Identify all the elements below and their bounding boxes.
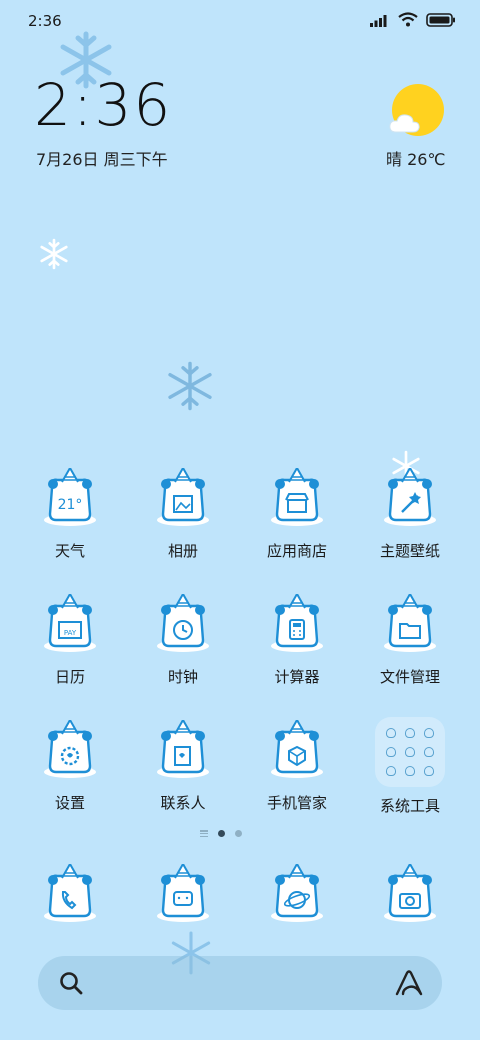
app-store-icon bbox=[271, 468, 323, 526]
gallery-app-icon bbox=[157, 468, 209, 526]
browser-app-icon bbox=[271, 864, 323, 922]
weather-widget-text[interactable]: 晴 26℃ bbox=[386, 146, 445, 170]
dock-browser-app[interactable] bbox=[241, 864, 353, 928]
app-file-manager[interactable]: 文件管理 bbox=[354, 594, 466, 687]
app-label: 主题壁纸 bbox=[379, 542, 440, 560]
app-themes-app[interactable]: 主题壁纸 bbox=[354, 468, 466, 561]
signal-icon bbox=[370, 14, 387, 27]
search-icon bbox=[60, 972, 83, 995]
file-manager-icon bbox=[384, 594, 436, 652]
snowflake-decoration-icon bbox=[40, 238, 68, 270]
themes-app-icon bbox=[384, 468, 436, 526]
wifi-icon bbox=[398, 12, 418, 27]
app-calendar-app[interactable]: PAY 日历 bbox=[14, 594, 126, 687]
app-label: 设置 bbox=[54, 794, 85, 812]
status-time: 2:36 bbox=[28, 12, 62, 30]
status-bar: 2:36 bbox=[0, 0, 480, 44]
dock-messages-app[interactable] bbox=[127, 864, 239, 928]
calculator-app-icon bbox=[271, 594, 323, 652]
settings-app-icon bbox=[44, 720, 96, 778]
search-bar[interactable] bbox=[38, 956, 442, 1010]
battery-icon bbox=[426, 12, 455, 27]
page-indicator-list-icon bbox=[200, 830, 208, 837]
app-label: 联系人 bbox=[160, 794, 206, 812]
dock-phone-app[interactable] bbox=[14, 864, 126, 928]
camera-app-icon bbox=[384, 864, 436, 922]
cloud-icon bbox=[389, 114, 420, 133]
assistant-icon[interactable] bbox=[394, 969, 424, 997]
app-gallery-app[interactable]: 相册 bbox=[127, 468, 239, 561]
page-indicator-dot bbox=[235, 830, 242, 837]
security-app-icon bbox=[271, 720, 323, 778]
app-label: 天气 bbox=[54, 542, 85, 560]
app-label: 应用商店 bbox=[266, 542, 327, 560]
contacts-app-icon bbox=[157, 720, 209, 778]
app-label: 日历 bbox=[54, 668, 85, 686]
page-indicator-dot-active bbox=[218, 830, 225, 837]
app-contacts-app[interactable]: 联系人 bbox=[127, 720, 239, 813]
clock-app-icon bbox=[157, 594, 209, 652]
svg-text:21°: 21° bbox=[58, 497, 83, 513]
weather-app-icon: 21° bbox=[44, 468, 96, 526]
clock-widget-date[interactable]: 7月26日 周三下午 bbox=[36, 146, 168, 170]
system-tools-folder-icon bbox=[375, 717, 445, 787]
app-label: 文件管理 bbox=[379, 668, 440, 686]
status-icons bbox=[370, 12, 456, 27]
app-label: 时钟 bbox=[167, 668, 198, 686]
app-label: 系统工具 bbox=[379, 797, 440, 815]
snowflake-decoration-icon bbox=[168, 361, 212, 411]
phone-app-icon bbox=[44, 864, 96, 922]
app-label: 手机管家 bbox=[266, 794, 327, 812]
app-clock-app[interactable]: 时钟 bbox=[127, 594, 239, 687]
page-indicator[interactable] bbox=[200, 830, 242, 837]
app-label: 计算器 bbox=[274, 668, 320, 686]
calendar-app-icon: PAY bbox=[44, 594, 96, 652]
dock-camera-app[interactable] bbox=[354, 864, 466, 928]
svg-text:PAY: PAY bbox=[64, 629, 77, 637]
clock-widget-time[interactable]: 2:36 bbox=[34, 76, 172, 134]
app-settings-app[interactable]: 设置 bbox=[14, 720, 126, 813]
app-system-tools-folder[interactable]: 系统工具 bbox=[354, 717, 466, 816]
app-calculator-app[interactable]: 计算器 bbox=[241, 594, 353, 687]
app-app-store[interactable]: 应用商店 bbox=[241, 468, 353, 561]
app-label: 相册 bbox=[167, 542, 198, 560]
app-weather-app[interactable]: 21° 天气 bbox=[14, 468, 126, 561]
app-security-app[interactable]: 手机管家 bbox=[241, 720, 353, 813]
messages-app-icon bbox=[157, 864, 209, 922]
